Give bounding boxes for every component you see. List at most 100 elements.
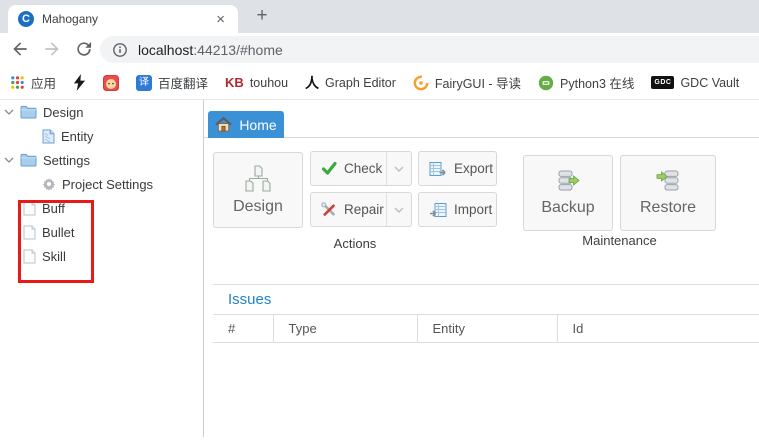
folder-icon (20, 153, 37, 167)
issues-table: # Type Entity Id (213, 315, 759, 343)
bookmark-fairygui[interactable]: FairyGUI - 导读 (413, 73, 521, 92)
bookmark-baidu-translate[interactable]: 译 百度翻译 (136, 73, 208, 92)
check-icon (321, 161, 337, 176)
bookmark-lightning[interactable] (73, 74, 86, 91)
url-text: localhost:44213/#home (138, 42, 283, 58)
check-button-label: Check (344, 161, 382, 176)
repair-tools-icon (321, 202, 337, 218)
tab-close-icon[interactable]: × (213, 12, 228, 27)
page-icon (23, 201, 36, 216)
apps-grid-icon (10, 75, 25, 90)
reload-icon[interactable] (74, 39, 94, 59)
sidebar-tree: Design Entity Settings (0, 100, 204, 437)
restore-database-icon (656, 170, 681, 193)
bookmark-label: 应用 (31, 73, 56, 92)
tab-title: Mahogany (42, 12, 213, 26)
issues-table-header-row: # Type Entity Id (213, 315, 759, 343)
issues-col-id: Id (557, 315, 759, 343)
repair-button[interactable]: Repair (310, 192, 412, 227)
back-icon[interactable] (10, 39, 30, 59)
browser-tab-strip: C Mahogany × + (0, 0, 759, 33)
backup-button-label: Backup (541, 199, 594, 217)
bookmark-gdc-vault[interactable]: GDC GDC Vault (651, 76, 739, 90)
issues-col-number: # (213, 315, 273, 343)
browser-window: C Mahogany × + localhost:44213/#home (0, 0, 759, 442)
bookmark-label: Graph Editor (325, 76, 396, 90)
person-glyph-icon: 人 (305, 73, 319, 93)
restore-button[interactable]: Restore (620, 155, 716, 231)
bookmark-label: GDC Vault (680, 76, 739, 90)
issues-col-entity: Entity (417, 315, 557, 343)
sidebar-item-buff[interactable]: Buff (0, 196, 203, 220)
home-icon (215, 117, 232, 132)
issues-panel-title: Issues (213, 285, 759, 315)
new-tab-button[interactable]: + (250, 4, 274, 28)
backup-button[interactable]: Backup (523, 155, 613, 231)
chevron-down-icon[interactable] (4, 156, 14, 164)
bookmark-label: touhou (250, 76, 288, 90)
repair-button-label: Repair (344, 202, 384, 217)
tab-home[interactable]: Home (208, 111, 284, 138)
python-circle-icon (538, 75, 554, 91)
bookmarks-bar: 应用 译 百度翻译 KB touhou 人 Grap (0, 66, 759, 100)
bookmark-label: FairyGUI - 导读 (435, 73, 521, 92)
browser-tab[interactable]: C Mahogany × (8, 5, 238, 33)
url-host: localhost (138, 42, 193, 58)
site-favicon-icon: C (18, 11, 34, 27)
gear-icon (42, 177, 56, 191)
sidebar-item-settings[interactable]: Settings (0, 148, 203, 172)
sidebar-item-bullet[interactable]: Bullet (0, 220, 203, 244)
tree-item-label: Settings (43, 153, 90, 168)
bookmark-touhou[interactable]: KB touhou (225, 75, 288, 90)
import-button-label: Import (454, 202, 492, 217)
bookmark-graph-editor[interactable]: 人 Graph Editor (305, 73, 396, 93)
tab-home-label: Home (239, 117, 276, 133)
actions-group-label: Actions (213, 236, 497, 251)
tree-item-label: Entity (61, 129, 94, 144)
bookmark-apps[interactable]: 应用 (10, 73, 56, 92)
info-icon[interactable] (112, 42, 128, 58)
sidebar-item-entity[interactable]: Entity (0, 124, 203, 148)
page-icon (23, 249, 36, 264)
import-button[interactable]: Import (418, 192, 497, 227)
chevron-down-icon (394, 166, 404, 172)
check-dropdown[interactable] (386, 152, 411, 185)
export-button[interactable]: Export (418, 151, 497, 186)
url-bar[interactable]: localhost:44213/#home (100, 36, 759, 63)
browser-toolbar: localhost:44213/#home (0, 33, 759, 66)
sidebar-item-design[interactable]: Design (0, 100, 203, 124)
tree-item-label: Design (43, 105, 83, 120)
bookmark-avatar[interactable] (103, 75, 119, 91)
import-icon (429, 202, 447, 218)
tree-item-label: Project Settings (62, 177, 153, 192)
design-button[interactable]: Design (213, 152, 303, 228)
design-orgchart-icon (243, 165, 273, 192)
gdc-badge-icon: GDC (651, 76, 674, 89)
design-button-label: Design (233, 198, 283, 216)
bookmark-python3[interactable]: Python3 在线 (538, 73, 634, 92)
bookmark-label: Python3 在线 (560, 73, 634, 92)
tree-item-label: Buff (42, 201, 65, 216)
page-icon (23, 225, 36, 240)
face-avatar-icon (103, 75, 119, 91)
main-content: Home Design Check (204, 100, 759, 442)
check-button[interactable]: Check (310, 151, 412, 186)
maintenance-group-label: Maintenance (523, 233, 716, 248)
chevron-down-icon (394, 207, 404, 213)
document-tab-bar: Home (204, 100, 759, 138)
sidebar-item-skill[interactable]: Skill (0, 244, 203, 268)
kb-letters-icon: KB (225, 75, 244, 90)
url-path: :44213/#home (193, 42, 283, 58)
document-icon (42, 129, 55, 144)
chevron-down-icon[interactable] (4, 108, 14, 116)
export-button-label: Export (454, 161, 493, 176)
folder-icon (20, 105, 37, 119)
sidebar-item-project-settings[interactable]: Project Settings (0, 172, 203, 196)
translate-icon: 译 (136, 75, 152, 91)
fairygui-ring-icon (413, 75, 429, 91)
issues-col-type: Type (273, 315, 417, 343)
tree-item-label: Skill (42, 249, 66, 264)
export-icon (429, 161, 447, 177)
forward-icon[interactable] (42, 39, 62, 59)
repair-dropdown[interactable] (386, 193, 411, 226)
